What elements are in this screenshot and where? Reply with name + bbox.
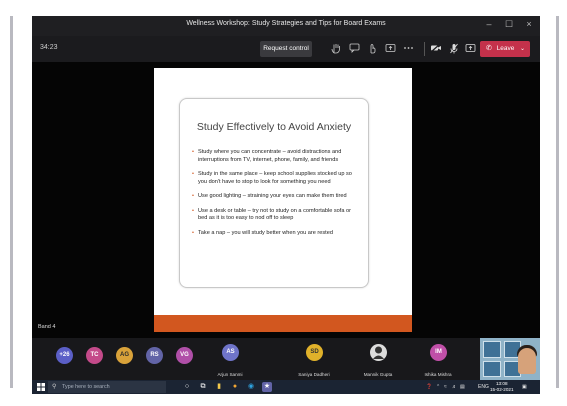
slide-bullet: Use good lighting – straining your eyes …	[192, 193, 358, 201]
shared-screen-stage: Study Effectively to Avoid Anxiety Study…	[32, 62, 540, 338]
participant-avatar: AS	[222, 344, 239, 361]
task-view-icon[interactable]: ⧉	[198, 382, 208, 392]
chevron-down-icon[interactable]: ⌄	[520, 41, 525, 57]
meeting-toolbar: 34:23 Request control ✆ Leave ⌄	[32, 36, 540, 62]
left-margin	[0, 0, 32, 406]
taskbar-search-box[interactable]: ⚲ Type here to search	[48, 381, 166, 393]
participant-strip: +26 TC AG RS VG AS Arjun Sanmi SD Saniya…	[32, 338, 540, 380]
video-person	[518, 348, 536, 374]
camera-off-icon[interactable]	[430, 43, 442, 55]
chat-icon[interactable]	[348, 43, 360, 55]
toolbar-separator	[424, 42, 425, 56]
help-icon[interactable]: ❓	[426, 382, 432, 392]
taskbar-clock[interactable]: 13:08 15-02-2021	[490, 381, 514, 393]
slide-bullet: Study where you can concentrate – avoid …	[192, 149, 358, 164]
more-participants-avatar[interactable]: +26	[56, 347, 73, 364]
wifi-icon[interactable]: ≈	[444, 382, 447, 392]
notification-icon[interactable]: ▣	[522, 382, 527, 392]
phone-icon: ✆	[486, 45, 492, 52]
cortana-icon[interactable]: ○	[182, 382, 192, 392]
share-tray-icon[interactable]	[464, 43, 476, 55]
participant-avatar[interactable]: TC	[86, 347, 103, 364]
participant-avatar[interactable]: RS	[146, 347, 163, 364]
search-icon: ⚲	[52, 384, 57, 390]
tray-chevron-icon[interactable]: ⌃	[436, 382, 440, 392]
presentation-slide: Study Effectively to Avoid Anxiety Study…	[154, 68, 412, 332]
teams-icon[interactable]: ★	[262, 382, 272, 392]
video-background-grid	[483, 341, 521, 377]
participant-tile[interactable]: Mannik Gupta	[352, 340, 404, 378]
mic-off-icon[interactable]	[448, 43, 460, 55]
participant-avatar: IM	[430, 344, 447, 361]
file-explorer-icon[interactable]: ▮	[214, 382, 224, 392]
teams-window: Wellness Workshop: Study Strategies and …	[32, 16, 540, 394]
right-margin	[540, 0, 567, 406]
participant-avatar[interactable]: VG	[176, 347, 193, 364]
hand-icon[interactable]	[330, 43, 342, 55]
more-icon[interactable]	[402, 43, 414, 55]
self-video-tile[interactable]	[480, 338, 540, 380]
meeting-timer: 34:23	[40, 44, 58, 51]
leave-label: Leave	[496, 45, 515, 52]
participant-avatar[interactable]: AG	[116, 347, 133, 364]
windows-taskbar: ⚲ Type here to search ○ ⧉ ▮ ● ◉ ★ ❓ ⌃ ≈ …	[32, 380, 540, 394]
share-icon[interactable]	[384, 43, 396, 55]
request-control-button[interactable]: Request control	[260, 41, 312, 57]
language-indicator[interactable]: ENG	[478, 382, 489, 392]
participant-name: Arjun Sanmi	[217, 372, 243, 377]
participant-photo-avatar	[370, 344, 387, 361]
window-title: Wellness Workshop: Study Strategies and …	[186, 20, 386, 27]
clock-date: 15-02-2021	[490, 387, 514, 392]
participant-name: Mannik Gupta	[363, 372, 393, 377]
leave-button[interactable]: ✆ Leave ⌄	[480, 41, 530, 57]
search-placeholder: Type here to search	[62, 384, 110, 390]
slide-bullet: Use a desk or table – try not to study o…	[192, 208, 358, 223]
reactions-icon[interactable]	[366, 43, 378, 55]
title-bar: Wellness Workshop: Study Strategies and …	[32, 16, 540, 36]
presenter-name-label: Band 4	[38, 324, 56, 330]
participant-name: Saniya Dadheri	[298, 372, 330, 377]
maximize-button[interactable]: ☐	[502, 19, 516, 30]
slide-footer-band	[154, 315, 412, 332]
chrome-icon[interactable]: ●	[230, 382, 240, 392]
right-divider	[556, 16, 559, 388]
minimize-button[interactable]: –	[482, 19, 496, 29]
volume-icon[interactable]: ♬	[452, 382, 457, 392]
left-divider	[10, 16, 13, 388]
participant-name: Ishika Mishra	[424, 372, 452, 377]
participant-tile[interactable]: SD Saniya Dadheri	[288, 340, 340, 378]
skype-icon[interactable]: ◉	[246, 382, 256, 392]
slide-title: Study Effectively to Avoid Anxiety	[196, 121, 352, 133]
participant-tile[interactable]: AS Arjun Sanmi	[204, 340, 256, 378]
slide-bullet: Study in the same place – keep school su…	[192, 171, 358, 186]
slide-bullet-list: Study where you can concentrate – avoid …	[192, 149, 358, 244]
windows-start-icon[interactable]	[37, 383, 45, 391]
network-icon[interactable]: ▤	[460, 382, 465, 392]
participant-avatar: SD	[306, 344, 323, 361]
slide-content-card: Study Effectively to Avoid Anxiety Study…	[179, 98, 369, 288]
slide-bullet: Take a nap – you will study better when …	[192, 230, 358, 238]
close-button[interactable]: ×	[522, 19, 536, 29]
participant-tile[interactable]: IM Ishika Mishra	[412, 340, 464, 378]
